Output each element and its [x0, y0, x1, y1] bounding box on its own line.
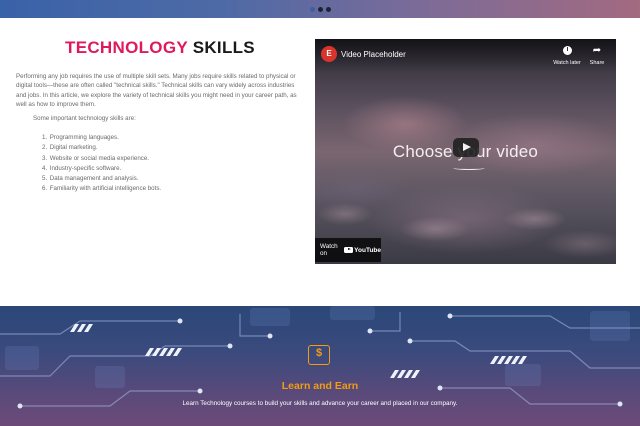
video-title[interactable]: Video Placeholder — [341, 50, 406, 59]
list-item: 5. Data management and analysis. — [42, 175, 139, 183]
play-button[interactable] — [453, 138, 479, 157]
skills-list: 1. Programming languages. 2. Digital mar… — [42, 133, 161, 195]
banner-description: Learn Technology courses to build your s… — [182, 400, 458, 407]
elementor-logo-icon[interactable]: E — [321, 46, 337, 62]
youtube-icon — [344, 246, 354, 254]
learn-earn-banner: Learn and Earn Learn Technology courses … — [0, 306, 640, 426]
share-icon: ➦ — [592, 45, 602, 56]
watch-on-youtube-button[interactable]: Watch on YouTube — [315, 238, 381, 262]
list-item: 2. Digital marketing. — [42, 144, 98, 152]
watch-on-label: Watch on — [320, 243, 338, 257]
skills-subheading: Some important technology skills are: — [33, 115, 136, 122]
carousel-dot-1[interactable] — [310, 7, 315, 12]
list-item: 4. Industry-specific software. — [42, 164, 122, 172]
watch-later-label: Watch later — [553, 60, 581, 66]
money-icon — [308, 345, 330, 365]
top-gradient-bar — [0, 0, 640, 18]
overlay-underline — [453, 166, 485, 170]
youtube-logo: YouTube — [344, 247, 381, 254]
watch-later-button[interactable]: Watch later — [553, 45, 581, 66]
carousel-dots — [310, 7, 331, 12]
page-title: TECHNOLOGY SKILLS — [0, 38, 320, 58]
banner-title: Learn and Earn — [281, 380, 359, 392]
share-button[interactable]: ➦ Share — [583, 45, 611, 66]
list-item: 1. Programming languages. — [42, 134, 119, 141]
carousel-dot-3[interactable] — [326, 7, 331, 12]
list-item: 3. Website or social media experience. — [42, 154, 150, 162]
carousel-dot-2[interactable] — [318, 7, 323, 12]
clock-icon — [562, 46, 572, 55]
title-rest: SKILLS — [192, 38, 255, 57]
list-item: 6. Familiarity with artificial intellige… — [42, 185, 162, 193]
video-player[interactable]: E Video Placeholder Watch later ➦ Share … — [315, 39, 616, 264]
intro-paragraph: Performing any job requires the use of m… — [16, 73, 297, 108]
circuit-decoration — [0, 306, 640, 409]
share-label: Share — [589, 60, 605, 66]
title-accent: TECHNOLOGY — [65, 38, 188, 57]
